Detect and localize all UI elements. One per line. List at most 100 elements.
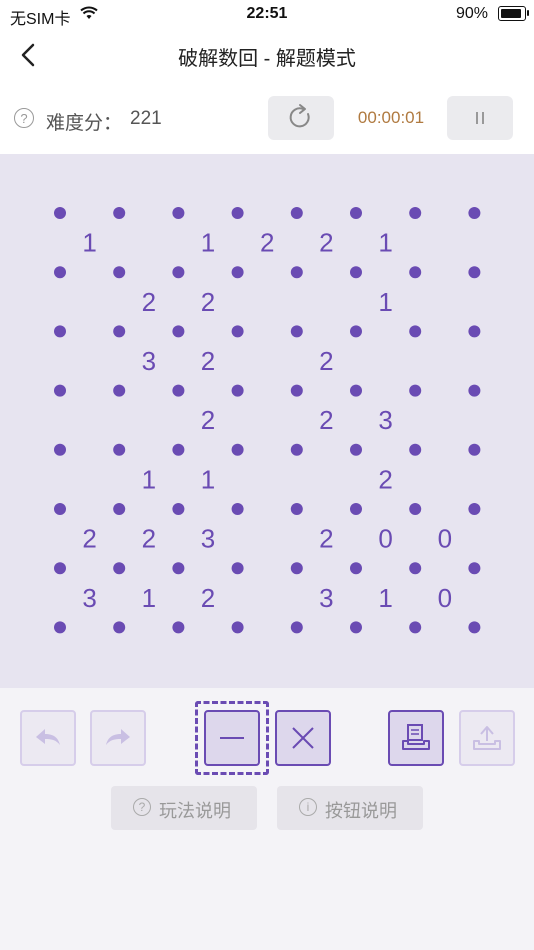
save-tray-icon bbox=[402, 724, 430, 750]
restart-button[interactable] bbox=[268, 96, 334, 140]
clue-number: 2 bbox=[378, 464, 392, 494]
grid-dot bbox=[468, 207, 481, 219]
clue-number: 2 bbox=[319, 405, 333, 435]
clue-number: 2 bbox=[201, 346, 215, 376]
grid-dot bbox=[350, 384, 362, 397]
grid-dot bbox=[409, 325, 422, 338]
grid-dot bbox=[290, 621, 303, 634]
cross-icon bbox=[292, 727, 314, 749]
clue-number: 2 bbox=[142, 287, 156, 317]
grid-dot bbox=[231, 443, 244, 456]
grid-dot bbox=[231, 384, 244, 397]
clue-number: 1 bbox=[201, 464, 215, 494]
puzzle-board[interactable]: 1 1 2 2 1 2 2 1 3 2 2 2 2 3 1 1 2 2 2 3 2 0 0 3 1 2 3 1 0 bbox=[0, 154, 534, 688]
grid-dot bbox=[409, 207, 422, 219]
clue-number: 3 bbox=[378, 405, 392, 435]
buttons-help-label: 按钮说明 bbox=[325, 801, 397, 821]
grid-dot bbox=[409, 562, 422, 575]
clue-number: 0 bbox=[438, 583, 452, 613]
grid-dot bbox=[290, 325, 303, 338]
grid-dot bbox=[231, 562, 244, 575]
grid-dot bbox=[350, 443, 362, 456]
grid-dot bbox=[290, 562, 303, 575]
page-title: 破解数回 - 解题模式 bbox=[178, 48, 356, 70]
clue-number: 1 bbox=[378, 228, 392, 258]
grid-dot bbox=[172, 384, 185, 397]
grid-dot bbox=[409, 266, 422, 279]
grid-dot bbox=[54, 443, 66, 456]
clue-number: 3 bbox=[142, 346, 156, 376]
grid-dot bbox=[172, 266, 185, 279]
grid-dot bbox=[113, 503, 126, 515]
grid-dot bbox=[113, 266, 126, 279]
difficulty-value: 221 bbox=[130, 108, 162, 129]
controls-panel: ? 玩法说明 i 按钮说明 bbox=[0, 688, 534, 950]
clue-number: 2 bbox=[260, 228, 274, 258]
grid-dot bbox=[54, 621, 66, 634]
buttons-help-button[interactable]: i 按钮说明 bbox=[277, 786, 423, 830]
grid-dot bbox=[468, 325, 481, 338]
grid-dot bbox=[113, 443, 126, 456]
grid-dot bbox=[231, 266, 244, 279]
difficulty-label: 难度分： bbox=[46, 113, 123, 134]
clue-number: 2 bbox=[319, 346, 333, 376]
clue-number: 0 bbox=[438, 524, 452, 554]
clue-number: 1 bbox=[378, 287, 392, 317]
grid-dot bbox=[468, 621, 481, 634]
undo-button[interactable] bbox=[20, 710, 76, 766]
status-bar: 无SIM卡 22:51 90% bbox=[0, 0, 534, 28]
clue-number: 2 bbox=[201, 583, 215, 613]
undo-icon bbox=[36, 729, 60, 745]
grid-dot bbox=[290, 384, 303, 397]
grid-dot bbox=[231, 325, 244, 338]
grid-dot bbox=[172, 325, 185, 338]
grid-dot bbox=[172, 621, 185, 634]
clock: 22:51 bbox=[246, 5, 288, 22]
grid-dot bbox=[350, 207, 362, 219]
clue-number: 3 bbox=[319, 583, 333, 613]
clue-number: 1 bbox=[378, 583, 392, 613]
difficulty-help-icon[interactable]: ? bbox=[14, 108, 34, 128]
grid-dot bbox=[409, 503, 422, 515]
grid-dot bbox=[468, 503, 481, 515]
line-icon bbox=[220, 737, 244, 739]
grid-dot bbox=[290, 207, 303, 219]
clue-number: 2 bbox=[142, 524, 156, 554]
grid-dot bbox=[172, 207, 185, 219]
line-tool-button[interactable] bbox=[204, 710, 260, 766]
grid-dot bbox=[172, 503, 185, 515]
grid-dot bbox=[409, 384, 422, 397]
load-button[interactable] bbox=[459, 710, 515, 766]
pause-icon bbox=[476, 112, 484, 124]
rules-help-button[interactable]: ? 玩法说明 bbox=[111, 786, 257, 830]
grid-dot bbox=[113, 207, 126, 219]
info-icon: i bbox=[299, 798, 317, 816]
grid-dot bbox=[468, 384, 481, 397]
clue-number: 0 bbox=[378, 524, 392, 554]
cross-tool-button[interactable] bbox=[275, 710, 331, 766]
grid-dot bbox=[350, 562, 362, 575]
redo-icon bbox=[106, 729, 130, 745]
board-grid[interactable]: 1 1 2 2 1 2 2 1 3 2 2 2 2 3 1 1 2 2 2 3 2 0 0 3 1 2 3 1 0 bbox=[0, 154, 534, 688]
grid-dot bbox=[231, 503, 244, 515]
grid-dot bbox=[113, 325, 126, 338]
clue-number: 3 bbox=[82, 583, 96, 613]
grid-dot bbox=[54, 562, 66, 575]
grid-dot bbox=[54, 266, 66, 279]
grid-dot bbox=[172, 443, 185, 456]
grid-dot bbox=[54, 503, 66, 515]
save-button[interactable] bbox=[388, 710, 444, 766]
clue-number: 2 bbox=[319, 228, 333, 258]
rules-help-label: 玩法说明 bbox=[159, 801, 231, 821]
battery-percent: 90% bbox=[455, 5, 488, 22]
grid-dot bbox=[468, 443, 481, 456]
nav-bar: 破解数回 - 解题模式 bbox=[0, 28, 534, 82]
grid-dot bbox=[113, 562, 126, 575]
clue-number: 1 bbox=[201, 228, 215, 258]
grid-dot bbox=[409, 443, 422, 456]
pause-button[interactable] bbox=[447, 96, 513, 140]
grid-dot bbox=[409, 621, 422, 634]
clue-number: 1 bbox=[142, 583, 156, 613]
redo-button[interactable] bbox=[90, 710, 146, 766]
timer: 00:00:01 bbox=[357, 108, 425, 127]
